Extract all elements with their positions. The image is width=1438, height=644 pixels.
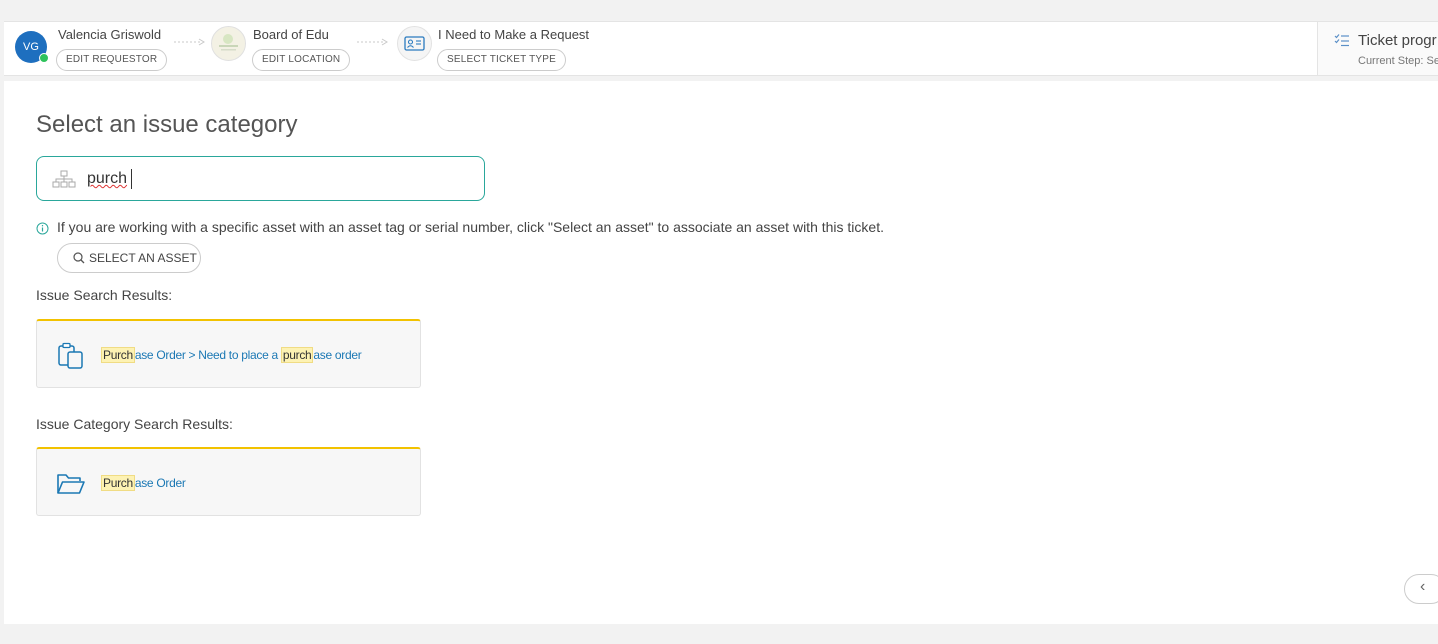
text-caret: [131, 169, 132, 189]
match-highlight: purch: [280, 347, 314, 363]
result-text-segment: ase Order > Need to place a: [134, 348, 281, 362]
progress-current-step: Current Step: Se: [1358, 55, 1438, 67]
match-highlight: Purch: [101, 347, 135, 363]
category-result-card[interactable]: Purch ase Order: [36, 447, 421, 516]
info-icon: [36, 222, 49, 235]
ticket-wizard-header: VG Valencia Griswold EDIT REQUESTOR Boar…: [4, 21, 1438, 76]
select-ticket-type-button[interactable]: SELECT TICKET TYPE: [437, 49, 567, 71]
checklist-icon: [1334, 34, 1349, 47]
hierarchy-icon: [52, 170, 76, 188]
issue-result-card[interactable]: Purch ase Order > Need to place a purch as…: [36, 319, 421, 388]
clipboard-icon: [58, 342, 83, 369]
id-card-icon: [404, 36, 425, 51]
select-asset-button[interactable]: SELECT AN ASSET: [57, 243, 201, 273]
category-results-label: Issue Category Search Results:: [36, 416, 233, 432]
issue-result-link[interactable]: Purch ase Order > Need to place a purch as…: [101, 347, 362, 363]
result-text-segment: ase Order: [134, 476, 186, 490]
page-title: Select an issue category: [36, 111, 298, 138]
search-input-value[interactable]: purch: [87, 170, 127, 188]
ticket-type-name: I Need to Make a Request: [438, 27, 590, 42]
issue-category-search-input[interactable]: purch: [36, 156, 485, 201]
folder-open-icon: [57, 474, 85, 494]
match-highlight: Purch: [101, 475, 135, 491]
ticket-type-step: I Need to Make a Request SELECT TICKET T…: [4, 22, 604, 75]
ticket-type-badge: [397, 26, 432, 61]
issue-results-label: Issue Search Results:: [36, 287, 173, 303]
chevron-left-icon: ‹: [1420, 578, 1426, 595]
back-button[interactable]: ‹: [1404, 574, 1438, 604]
ticket-progress-panel[interactable]: Ticket progr Current Step: Se: [1317, 22, 1438, 75]
search-icon: [73, 252, 85, 264]
main-panel: Select an issue category purch If you ar…: [4, 81, 1438, 624]
progress-title: Ticket progr: [1358, 32, 1437, 49]
select-asset-label: SELECT AN ASSET: [89, 251, 197, 265]
category-result-link[interactable]: Purch ase Order: [101, 475, 186, 491]
result-text-segment: ase order: [313, 348, 362, 362]
asset-info-text: If you are working with a specific asset…: [57, 219, 884, 235]
